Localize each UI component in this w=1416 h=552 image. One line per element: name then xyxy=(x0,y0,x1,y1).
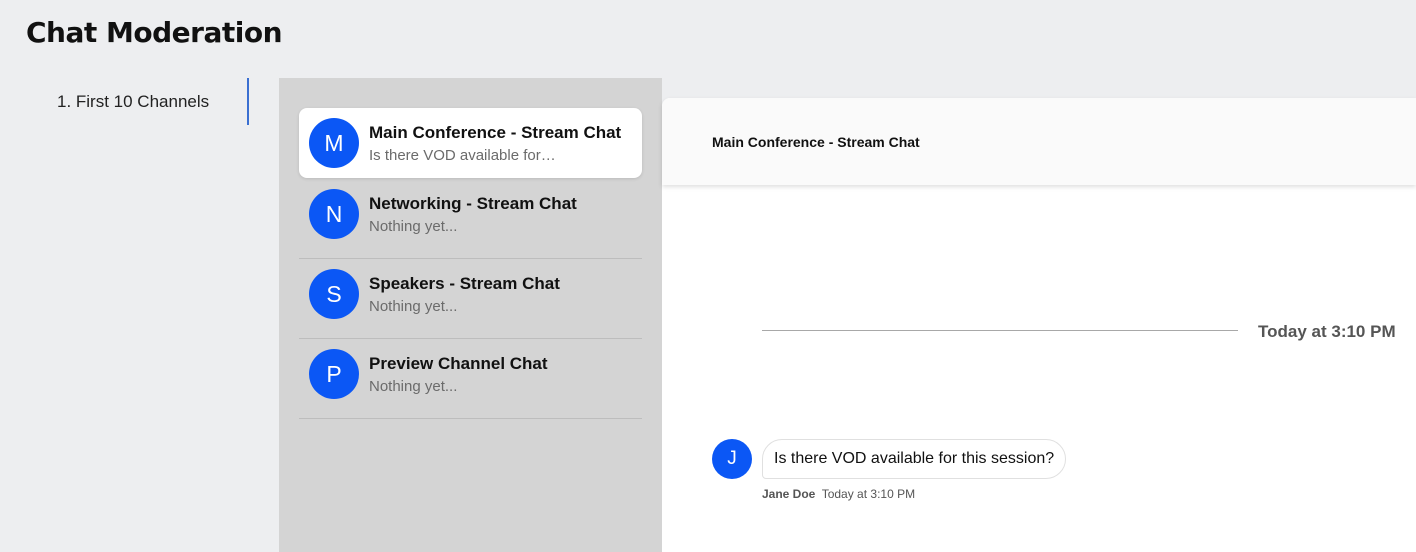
channel-last-message-preview: Nothing yet... xyxy=(369,378,458,395)
date-separator-label: Today at 3:10 PM xyxy=(1258,322,1396,341)
channel-avatar: N xyxy=(309,189,359,239)
channel-item-main-conference[interactable]: M Main Conference - Stream Chat Is there… xyxy=(299,108,642,178)
channel-name: Preview Channel Chat xyxy=(369,354,548,373)
channel-avatar: S xyxy=(309,269,359,319)
message-author-avatar[interactable]: J xyxy=(712,439,752,479)
channel-avatar: M xyxy=(309,118,359,168)
page-title: Chat Moderation xyxy=(26,16,283,49)
message-author-name[interactable]: Jane Doe xyxy=(762,487,815,501)
nav-item-first-10-channels[interactable]: 1. First 10 Channels xyxy=(0,78,249,125)
chat-header: Main Conference - Stream Chat xyxy=(662,98,1416,185)
message-timestamp: Today at 3:10 PM xyxy=(821,487,916,501)
nav-item-label: 1. First 10 Channels xyxy=(57,92,210,111)
channel-last-message-preview: Nothing yet... xyxy=(369,298,458,315)
channel-name: Main Conference - Stream Chat xyxy=(369,123,622,142)
channel-item-preview-channel[interactable]: P Preview Channel Chat Nothing yet... xyxy=(299,339,642,419)
channel-last-message-preview: Is there VOD available for… xyxy=(369,147,556,164)
message-meta: Jane Doe Today at 3:10 PM xyxy=(762,487,915,501)
channel-item-networking[interactable]: N Networking - Stream Chat Nothing yet..… xyxy=(299,179,642,259)
channel-avatar: P xyxy=(309,349,359,399)
channel-last-message-preview: Nothing yet... xyxy=(369,218,458,235)
chat-header-title: Main Conference - Stream Chat xyxy=(712,134,920,150)
channel-name: Networking - Stream Chat xyxy=(369,194,577,213)
left-nav: 1. First 10 Channels xyxy=(0,78,249,552)
chat-window: Main Conference - Stream Chat Today at 3… xyxy=(662,98,1416,552)
message-bubble[interactable]: Is there VOD available for this session? xyxy=(762,439,1067,479)
channel-name: Speakers - Stream Chat xyxy=(369,274,560,293)
date-separator-line xyxy=(762,330,1238,331)
channel-item-speakers[interactable]: S Speakers - Stream Chat Nothing yet... xyxy=(299,259,642,339)
channel-list: M Main Conference - Stream Chat Is there… xyxy=(279,78,662,552)
